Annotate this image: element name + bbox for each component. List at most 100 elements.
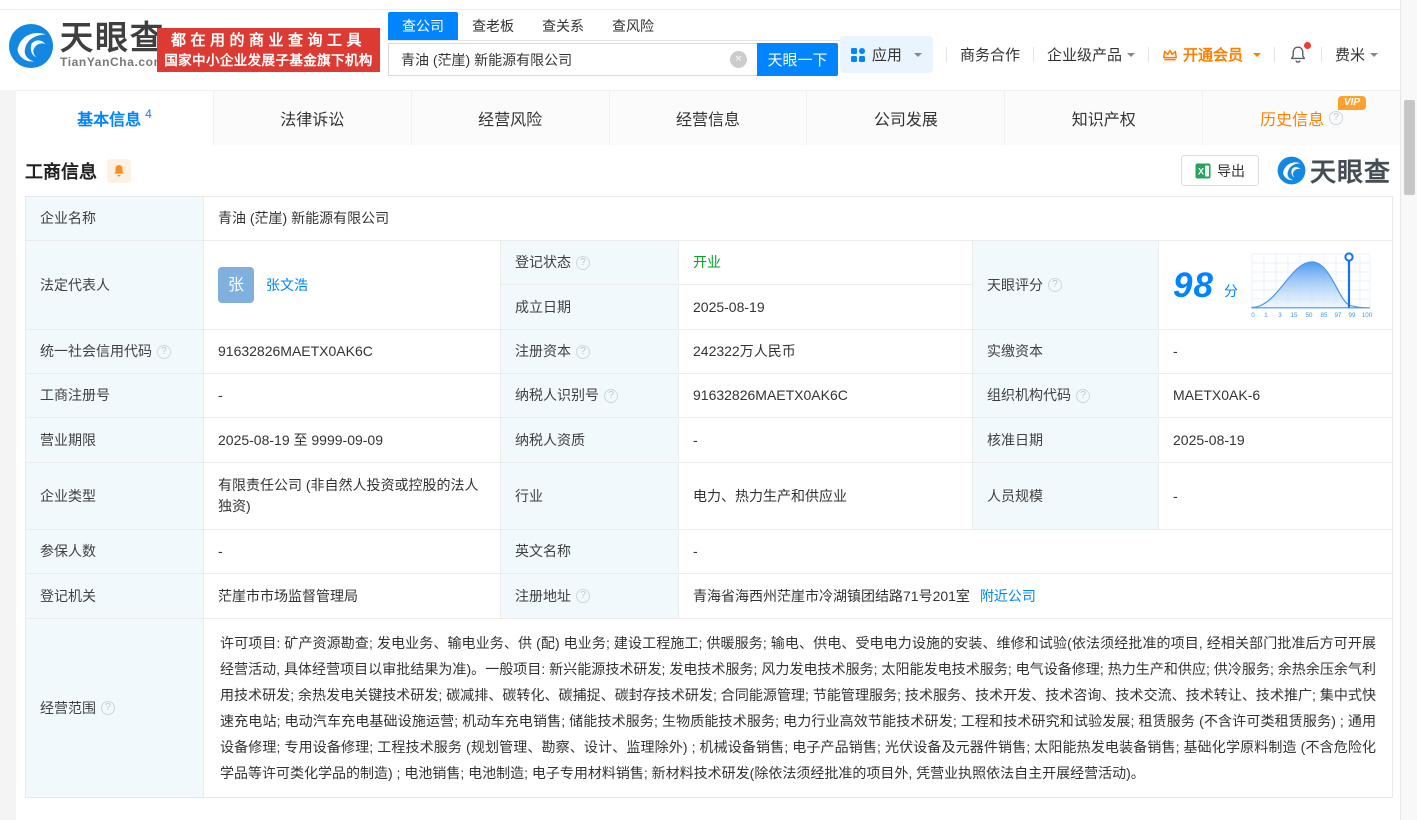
field-label: 企业类型 (26, 463, 204, 530)
tab-basic-info[interactable]: 基本信息 4 (16, 91, 213, 145)
slogan-line1: 都在用的商业查询工具 (157, 31, 380, 51)
section-header: 工商信息 X 导出 天眼查 (16, 145, 1400, 196)
tianyancha-watermark: 天眼查 (1277, 152, 1391, 189)
search-input[interactable] (388, 43, 757, 76)
org-code-value: MAETX0AK-6 (1159, 374, 1392, 418)
tab-operation-risk[interactable]: 经营风险 (411, 91, 609, 145)
field-label: 纳税人识别号? (501, 374, 679, 418)
help-icon[interactable]: ? (576, 589, 590, 603)
field-label: 天眼评分? (973, 241, 1159, 330)
divider (1033, 47, 1034, 62)
brand-name: 天眼查 (60, 22, 165, 54)
field-label: 登记状态? (501, 241, 679, 285)
score-value: 98 (1173, 275, 1214, 296)
field-label: 工商注册号 (26, 374, 204, 418)
menu-cooperation[interactable]: 商务合作 (960, 44, 1020, 65)
tianyancha-logo[interactable]: 天眼查 TianYanCha.com (8, 22, 165, 69)
tianyan-score-cell: 98 分 0 1 3 15 50 85 97 (1159, 241, 1392, 330)
notification-dot (1304, 42, 1311, 49)
help-icon[interactable]: ? (157, 345, 171, 359)
menu-enterprise[interactable]: 企业级产品 (1047, 44, 1135, 65)
chevron-down-icon (1127, 53, 1135, 61)
divider (1274, 47, 1275, 62)
insured-count-value: - (204, 530, 501, 574)
monitor-bell-button[interactable] (107, 159, 131, 183)
chevron-down-icon (1253, 53, 1261, 61)
company-type-value: 有限责任公司 (非自然人投资或控股的法人独资) (204, 463, 501, 530)
section-title: 工商信息 (25, 158, 97, 184)
reg-status-value: 开业 (679, 241, 973, 285)
help-icon[interactable]: ? (1329, 111, 1343, 125)
clear-search-icon[interactable]: × (730, 51, 747, 68)
legal-rep-cell: 张 张文浩 (204, 241, 501, 330)
business-info-table: 企业名称 青油 (茫崖) 新能源有限公司 法定代表人 张 张文浩 登记状态? 开… (25, 196, 1393, 798)
bell-curve (1252, 262, 1370, 308)
field-label: 纳税人资质 (501, 418, 679, 463)
help-icon[interactable]: ? (576, 345, 590, 359)
field-label: 英文名称 (501, 530, 679, 574)
industry-value: 电力、热力生产和供应业 (679, 463, 973, 530)
svg-text:99: 99 (1348, 312, 1355, 319)
field-label: 成立日期 (501, 285, 679, 330)
avatar[interactable]: 张 (218, 267, 254, 303)
help-icon[interactable]: ? (604, 389, 618, 403)
help-icon[interactable]: ? (1076, 389, 1090, 403)
svg-text:3: 3 (1278, 312, 1282, 319)
help-icon[interactable]: ? (1048, 278, 1062, 292)
field-label: 核准日期 (973, 418, 1159, 463)
status-badge: 开业 (693, 252, 721, 273)
search-tab-company[interactable]: 查公司 (388, 12, 458, 40)
tab-company-development[interactable]: 公司发展 (806, 91, 1004, 145)
export-button[interactable]: X 导出 (1181, 155, 1259, 186)
field-label: 营业期限 (26, 418, 204, 463)
slogan-line2: 国家中小企业发展子基金旗下机构 (157, 51, 380, 70)
business-term-value: 2025-08-19 至 9999-09-09 (204, 418, 501, 463)
scrollbar-thumb[interactable] (1404, 100, 1415, 195)
search-tab-risk[interactable]: 查风险 (598, 12, 668, 40)
username: 费米 (1335, 44, 1365, 65)
svg-text:100: 100 (1362, 312, 1373, 319)
search-button[interactable]: 天眼一下 (757, 43, 838, 76)
svg-text:85: 85 (1320, 312, 1327, 319)
tab-history-info[interactable]: 历史信息 ? VIP (1202, 91, 1400, 145)
crown-icon (1162, 48, 1178, 61)
company-name-value: 青油 (茫崖) 新能源有限公司 (204, 197, 1392, 241)
english-name-value: - (679, 530, 1392, 574)
field-label: 参保人数 (26, 530, 204, 574)
business-scope-value: 许可项目: 矿产资源勘查; 发电业务、输电业务、供 (配) 电业务; 建设工程施… (204, 619, 1392, 797)
field-label: 法定代表人 (26, 241, 204, 330)
nearby-companies-link[interactable]: 附近公司 (980, 586, 1036, 607)
field-label: 实缴资本 (973, 330, 1159, 374)
user-menu[interactable]: 费米 (1335, 44, 1378, 65)
field-label: 经营范围? (26, 619, 204, 797)
legal-rep-link[interactable]: 张文浩 (266, 275, 308, 296)
top-bar: 天眼查 TianYanCha.com 都在用的商业查询工具 国家中小企业发展子基… (0, 10, 1400, 90)
notification-bell-button[interactable] (1288, 45, 1308, 65)
paid-capital-value: - (1159, 330, 1392, 374)
reg-authority-value: 茫崖市市场监督管理局 (204, 574, 501, 619)
reg-capital-value: 242322万人民币 (679, 330, 973, 374)
apps-menu[interactable]: 应用 (840, 36, 933, 73)
page-gutter (0, 90, 16, 820)
open-vip-button[interactable]: 开通会员 (1162, 44, 1261, 65)
tianyancha-swirl-icon (8, 23, 54, 69)
excel-icon: X (1195, 163, 1211, 179)
help-icon[interactable]: ? (101, 701, 115, 715)
tab-operation-info[interactable]: 经营信息 (609, 91, 807, 145)
search-tabs: 查公司 查老板 查关系 查风险 (388, 16, 853, 41)
search-tab-boss[interactable]: 查老板 (458, 12, 528, 40)
establish-date-value: 2025-08-19 (679, 285, 973, 330)
chevron-down-icon (1370, 53, 1378, 61)
field-label: 人员规模 (973, 463, 1159, 530)
tab-count: 4 (145, 107, 152, 121)
vip-badge: VIP (1338, 96, 1366, 110)
field-label: 注册资本? (501, 330, 679, 374)
tab-legal-litigation[interactable]: 法律诉讼 (213, 91, 411, 145)
tab-intellectual-property[interactable]: 知识产权 (1004, 91, 1202, 145)
help-icon[interactable]: ? (576, 256, 590, 270)
scrollbar-track[interactable] (1400, 0, 1417, 820)
staff-size-value: - (1159, 463, 1392, 530)
divider (1148, 47, 1149, 62)
credit-code-value: 91632826MAETX0AK6C (204, 330, 501, 374)
search-tab-relation[interactable]: 查关系 (528, 12, 598, 40)
